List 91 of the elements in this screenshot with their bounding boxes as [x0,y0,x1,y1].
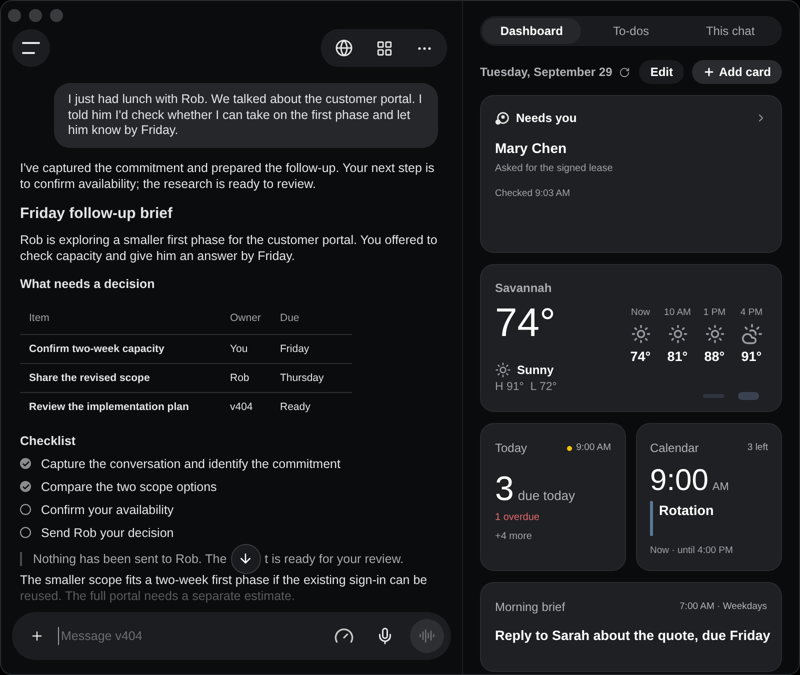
microphone-icon[interactable] [376,627,394,645]
hour-temperature: 81° [667,348,688,366]
overdue-label: 1 overdue [495,511,540,525]
date-label: Tuesday, September 29 [480,64,614,81]
sun-icon [495,362,511,378]
needs-you-card[interactable]: Needs you Mary Chen Asked for the signed lease Checked 9:03 AM [480,95,782,253]
faded-closing-text: reused. The full portal needs a separate estimate. [20,588,296,604]
hour-label: 4 PM [740,306,763,320]
city-name: Savannah [495,280,553,297]
card-title: Needs you [516,110,578,127]
plus-icon[interactable] [30,629,44,643]
checked-time: Checked 9:03 AM [495,187,571,201]
edit-button[interactable]: Edit [639,60,684,84]
card-title: Morning brief [495,599,566,616]
people-icon [495,112,509,124]
event-duration: Now · until 4:00 PM [650,544,734,558]
column-header: Due [280,302,352,334]
am-pm-label: AM [712,480,729,495]
table-cell: Rob [230,363,280,392]
refresh-icon[interactable] [619,66,630,78]
checklist-item: Capture the conversation and identify the commitment [41,456,340,472]
event-time: 9:00 [650,464,708,498]
tab[interactable]: To-dos [581,18,681,44]
grid-icon [376,40,392,56]
checklist-heading: Checklist [20,432,77,448]
table-cell: Friday [280,334,352,363]
arrow-down-icon [238,551,254,566]
tab[interactable]: This chat [680,18,780,44]
due-label: due today [518,487,576,505]
hour-label: 10 AM [664,306,691,320]
remaining-label: 3 left [747,440,768,455]
note-text: Nothing has been sent to Rob. The [33,550,227,566]
column-header: Owner [230,302,280,334]
sun-icon [668,324,688,344]
table-cell: Confirm two-week capacity [20,334,230,363]
morning-brief-card[interactable]: Morning brief 7:00 AM · Weekdays Reply to Sarah about the quote, due Friday [480,582,782,672]
globe-icon [335,39,353,57]
note-text: t is ready for your review. [264,550,404,566]
checklist-item: Send Rob your decision [41,524,174,540]
high-low-label: H 91° L 72° [495,380,558,395]
hour-temperature: 91° [741,348,762,366]
card-title: Calendar [650,440,700,457]
column-header: Item [20,302,230,334]
hour-temperature: 88° [704,348,725,366]
event-title: Rotation [659,502,714,520]
menu-icon [22,42,40,54]
brief-heading: Friday follow-up brief [20,206,174,222]
waveform-icon [419,628,435,644]
table-cell: Share the revised scope [20,363,230,392]
checklist-item: Compare the two scope options [41,478,217,494]
checklist-item: Confirm your availability [41,502,174,518]
brief-text: Rob is exploring a smaller first phase for the customer portal. You offered to check capacity and give him an answer by Friday. [20,232,438,264]
hour-label: Now [630,306,650,320]
checked-checkbox[interactable] [20,481,31,492]
tab[interactable]: Dashboard [482,18,582,44]
table-cell: v404 [230,392,280,420]
due-count: 3 [495,471,514,507]
condition-label: Sunny [517,362,554,379]
current-temperature: 74° [495,301,556,345]
today-card[interactable]: Today 9:00 AM 3 due today 1 overdue +4 more [480,423,626,571]
event-bar [650,501,654,536]
closing-text: The smaller scope fits a two-week first phase if the existing sign-in can be [20,572,428,588]
user-message: I just had lunch with Rob. We talked about the customer portal. I told him I'd check whether I can take on the first phase and let him know by Friday. [54,83,438,148]
table-cell: Thursday [280,363,352,392]
more-icon [418,46,430,50]
table-cell: You [230,334,280,363]
request-text: Asked for the signed lease [495,162,614,176]
add-card-button[interactable]: Add card [692,60,782,84]
more-label: +4 more [495,530,533,544]
scroll-down-button[interactable] [230,544,261,574]
sun-icon [704,324,724,344]
person-name: Mary Chen [495,139,568,158]
sun-icon [630,324,650,344]
menu-button[interactable] [12,29,50,67]
plus-icon [702,66,715,78]
calendar-card[interactable]: Calendar 3 left 9:00 AM Rotation Now · until 4:00 PM [636,423,782,571]
empty-checkbox[interactable] [20,527,31,538]
message-input[interactable]: Message v404 [58,626,334,646]
empty-checkbox[interactable] [20,504,31,515]
decision-heading: What needs a decision [20,276,156,292]
schedule-label: 7:00 AM · Weekdays [680,600,767,614]
table-cell: Review the implementation plan [20,392,230,420]
table-cell: Ready [280,392,352,420]
hour-label: 1 PM [703,306,726,320]
time-label: 9:00 AM [576,440,612,455]
checked-checkbox[interactable] [20,458,31,469]
assistant-message: I've captured the commitment and prepared the follow-up. Your next step is to confirm availability; the research is ready to review. [20,160,436,192]
partly-cloudy-icon [740,323,762,346]
voice-button[interactable] [410,619,444,653]
card-title: Today [495,440,528,457]
hour-temperature: 74° [630,348,651,366]
